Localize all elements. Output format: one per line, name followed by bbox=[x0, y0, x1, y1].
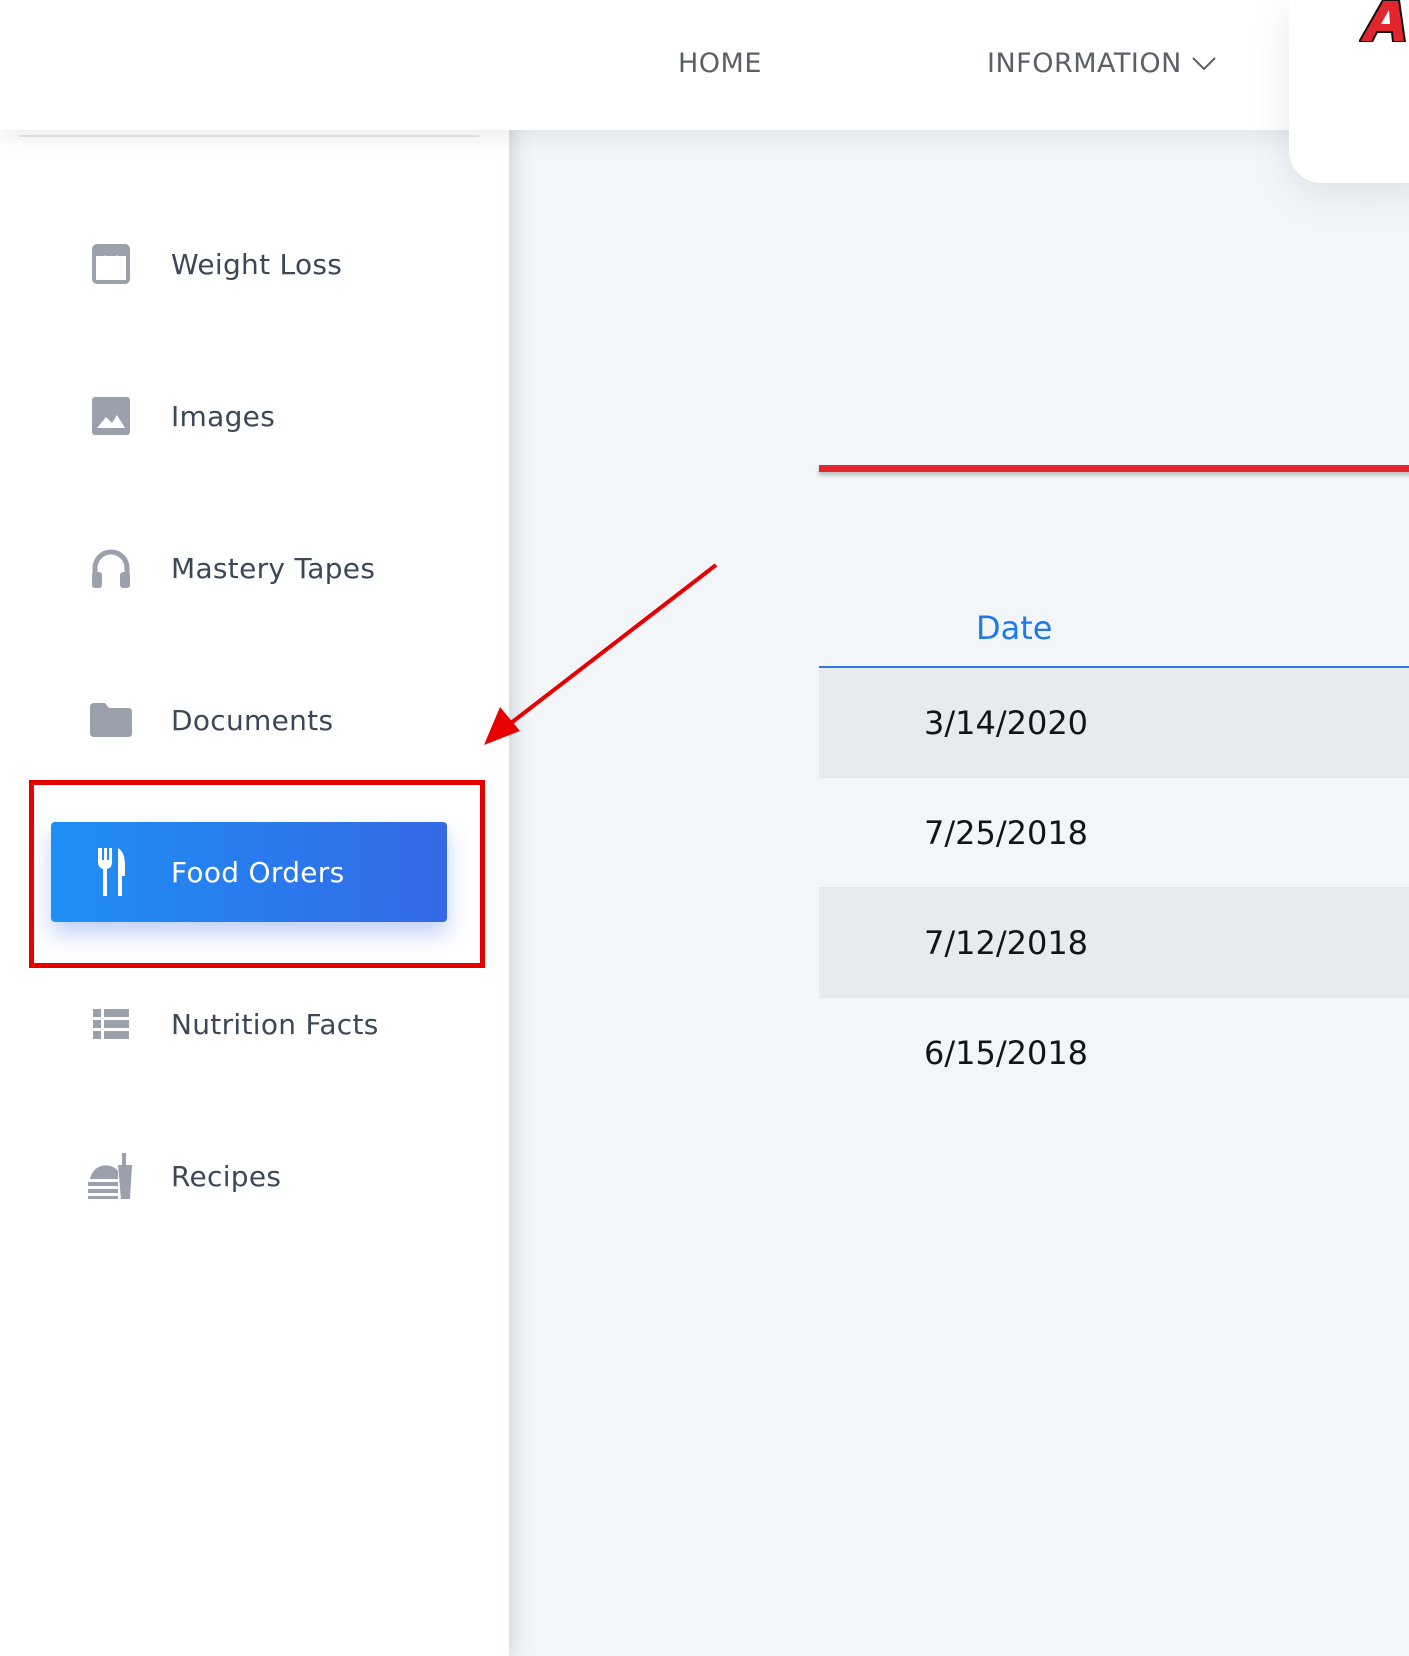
food-tray-icon bbox=[51, 1153, 171, 1199]
nav-home-link[interactable]: HOME bbox=[678, 48, 762, 79]
chevron-down-icon bbox=[1192, 56, 1216, 70]
sidebar-item-label: Nutrition Facts bbox=[171, 1007, 379, 1041]
date-cell: 6/15/2018 bbox=[923, 1034, 1089, 1072]
sidebar-item-label: Food Orders bbox=[171, 855, 345, 889]
list-icon bbox=[51, 1009, 171, 1039]
date-cell: 7/12/2018 bbox=[923, 923, 1089, 962]
date-column-header: Date bbox=[976, 609, 1053, 647]
sidebar-item-label: Images bbox=[171, 399, 276, 433]
sidebar-item-recipes[interactable]: Recipes bbox=[51, 1126, 447, 1226]
date-cell: 7/25/2018 bbox=[923, 813, 1089, 852]
logo-card[interactable] bbox=[1289, 0, 1409, 183]
sidebar-item-food-orders[interactable]: Food Orders bbox=[51, 822, 447, 922]
utensils-icon bbox=[51, 848, 171, 896]
sidebar-item-documents[interactable]: Documents bbox=[51, 670, 447, 770]
table-row[interactable]: 7/12/2018 bbox=[819, 888, 1409, 998]
table-header-date[interactable]: Date bbox=[819, 590, 1409, 668]
sidebar-item-nutrition-facts[interactable]: Nutrition Facts bbox=[51, 974, 447, 1074]
nav-home-label: HOME bbox=[678, 48, 762, 79]
table-row[interactable]: 7/25/2018 bbox=[819, 778, 1409, 888]
table-row[interactable]: 3/14/2020 bbox=[819, 668, 1409, 778]
shopping-bag-icon bbox=[51, 244, 171, 284]
sidebar-item-label: Recipes bbox=[171, 1159, 282, 1193]
folder-icon bbox=[51, 703, 171, 737]
sidebar-item-label: Mastery Tapes bbox=[171, 551, 376, 585]
nav-information-label: INFORMATION bbox=[987, 48, 1182, 79]
nav-information-dropdown[interactable]: INFORMATION bbox=[987, 48, 1216, 79]
date-cell: 3/14/2020 bbox=[923, 703, 1089, 742]
sidebar-item-label: Weight Loss bbox=[171, 247, 343, 281]
annotation-arrow-icon bbox=[484, 563, 718, 745]
sidebar: Weight Loss Images Mastery Tapes Documen… bbox=[0, 0, 509, 1656]
image-icon bbox=[51, 397, 171, 435]
section-red-divider bbox=[819, 465, 1409, 472]
top-navbar: HOME INFORMATION bbox=[0, 0, 1409, 130]
sidebar-item-label: Documents bbox=[171, 703, 334, 737]
table-row[interactable]: 6/15/2018 bbox=[819, 998, 1409, 1108]
brand-logo-icon bbox=[1359, 0, 1407, 42]
sidebar-divider bbox=[19, 135, 479, 137]
headphones-icon bbox=[51, 548, 171, 588]
sidebar-item-weight-loss[interactable]: Weight Loss bbox=[51, 214, 447, 314]
sidebar-item-images[interactable]: Images bbox=[51, 366, 447, 466]
orders-table: Date 3/14/2020 7/25/2018 7/12/2018 6/15/… bbox=[819, 590, 1409, 1108]
sidebar-item-mastery-tapes[interactable]: Mastery Tapes bbox=[51, 518, 447, 618]
